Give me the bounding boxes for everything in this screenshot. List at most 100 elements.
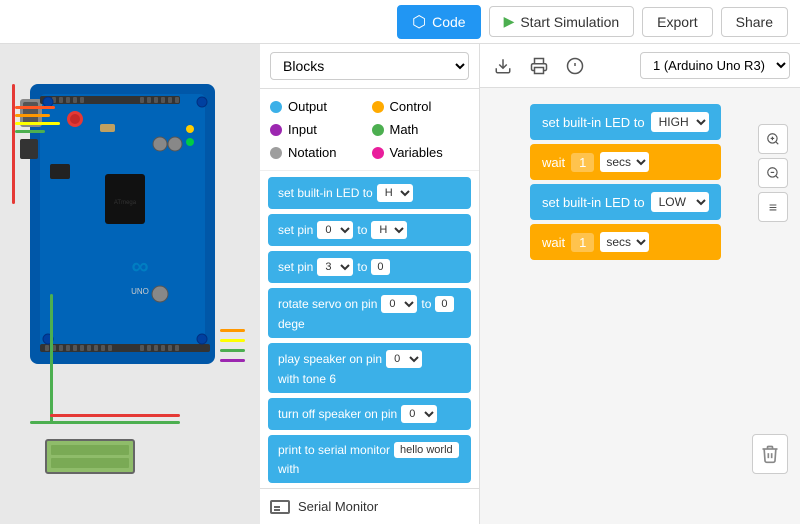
export-button[interactable]: Export bbox=[642, 7, 712, 37]
block-text-4b: to bbox=[421, 297, 431, 311]
notation-dot bbox=[270, 147, 282, 159]
block-hello-world: hello world bbox=[394, 442, 459, 458]
block-text-6: turn off speaker on pin bbox=[278, 407, 397, 421]
category-control[interactable]: Control bbox=[372, 97, 470, 116]
block-print-serial[interactable]: print to serial monitor hello world with bbox=[268, 435, 471, 483]
blocks-header: Blocks bbox=[260, 44, 479, 89]
canvas-wait-val-1: 1 bbox=[571, 153, 594, 172]
canvas-block-text-4: wait bbox=[542, 235, 565, 250]
code-button[interactable]: ⬡ Code bbox=[397, 5, 480, 39]
category-notation[interactable]: Notation bbox=[270, 143, 368, 162]
serial-icon bbox=[270, 500, 290, 514]
fit-icon: ≡ bbox=[769, 199, 777, 215]
block-set-pin-digital[interactable]: set pin 0123 to HIGHLOW bbox=[268, 214, 471, 246]
canvas-area: 1 (Arduino Uno R3) set built-in LED to H… bbox=[480, 44, 800, 524]
canvas-wait-select-1[interactable]: secsms bbox=[600, 152, 649, 172]
print-button[interactable] bbox=[526, 53, 552, 79]
block-text-3: set pin bbox=[278, 260, 313, 274]
input-label: Input bbox=[288, 122, 317, 137]
svg-text:∞: ∞ bbox=[131, 253, 148, 280]
canvas-block-led-low[interactable]: set built-in LED to LOWHIGH bbox=[530, 184, 721, 220]
svg-text:UNO: UNO bbox=[131, 287, 149, 296]
canvas-block-text-2: wait bbox=[542, 155, 565, 170]
main-area: ATmega bbox=[0, 44, 800, 524]
category-math[interactable]: Math bbox=[372, 120, 470, 139]
zoom-controls: ≡ bbox=[758, 124, 788, 222]
category-input[interactable]: Input bbox=[270, 120, 368, 139]
block-text-3b: to bbox=[357, 260, 367, 274]
toolbar: ⬡ Code ▶ Start Simulation Export Share bbox=[0, 0, 800, 44]
canvas-block-led-high[interactable]: set built-in LED to HIGHLOW bbox=[530, 104, 721, 140]
canvas-block-text-3: set built-in LED to bbox=[542, 195, 645, 210]
blocks-select[interactable]: Blocks bbox=[270, 52, 469, 80]
block-text-2: set pin bbox=[278, 223, 313, 237]
canvas-blocks: set built-in LED to HIGHLOW wait 1 secsm… bbox=[530, 104, 721, 260]
start-simulation-button[interactable]: ▶ Start Simulation bbox=[489, 6, 635, 37]
play-icon: ▶ bbox=[504, 13, 515, 30]
category-grid: Output Control Input Math Notation Varia… bbox=[260, 89, 479, 171]
device-select[interactable]: 1 (Arduino Uno R3) bbox=[640, 52, 790, 79]
output-dot bbox=[270, 101, 282, 113]
blocks-panel: Blocks Output Control Input Math N bbox=[260, 44, 480, 524]
block-text-4c: dege bbox=[278, 317, 305, 331]
canvas-topbar: 1 (Arduino Uno R3) bbox=[480, 44, 800, 88]
variables-dot bbox=[372, 147, 384, 159]
block-pin-select-5[interactable]: 012 bbox=[401, 405, 437, 423]
block-text-2b: to bbox=[357, 223, 367, 237]
block-text-4: rotate servo on pin bbox=[278, 297, 377, 311]
block-set-builtin-led[interactable]: set built-in LED to HIGHLOW bbox=[268, 177, 471, 209]
serial-monitor-bar[interactable]: Serial Monitor bbox=[260, 488, 479, 524]
fit-button[interactable]: ≡ bbox=[758, 192, 788, 222]
block-set-pin-value[interactable]: set pin 3012 to 0 bbox=[268, 251, 471, 283]
block-text-7b: with bbox=[278, 462, 299, 476]
canvas-block-text-1: set built-in LED to bbox=[542, 115, 645, 130]
canvas-led-select-1[interactable]: HIGHLOW bbox=[651, 112, 709, 132]
debug-button[interactable] bbox=[562, 53, 588, 79]
board-area: ATmega bbox=[0, 44, 260, 524]
export-label: Export bbox=[657, 14, 697, 30]
block-val-0: 0 bbox=[371, 259, 389, 275]
canvas-led-select-2[interactable]: LOWHIGH bbox=[651, 192, 709, 212]
category-variables[interactable]: Variables bbox=[372, 143, 470, 162]
control-dot bbox=[372, 101, 384, 113]
canvas-block-wait-2[interactable]: wait 1 secsms bbox=[530, 224, 721, 260]
block-turn-off-speaker[interactable]: turn off speaker on pin 012 bbox=[268, 398, 471, 430]
block-pin-select-3[interactable]: 012 bbox=[381, 295, 417, 313]
block-text-5: play speaker on pin bbox=[278, 352, 382, 366]
block-list: set built-in LED to HIGHLOW set pin 0123… bbox=[260, 171, 479, 488]
output-label: Output bbox=[288, 99, 327, 114]
block-select-high[interactable]: HIGHLOW bbox=[377, 184, 413, 202]
arduino-board: ATmega bbox=[20, 74, 230, 384]
download-button[interactable] bbox=[490, 53, 516, 79]
serial-monitor-label: Serial Monitor bbox=[298, 499, 378, 514]
math-dot bbox=[372, 124, 384, 136]
start-label: Start Simulation bbox=[520, 14, 619, 30]
svg-text:ATmega: ATmega bbox=[114, 200, 137, 206]
zoom-out-button[interactable] bbox=[758, 158, 788, 188]
category-output[interactable]: Output bbox=[270, 97, 368, 116]
block-pin-select-2[interactable]: 3012 bbox=[317, 258, 353, 276]
variables-label: Variables bbox=[390, 145, 443, 160]
control-label: Control bbox=[390, 99, 432, 114]
trash-button[interactable] bbox=[752, 434, 788, 474]
block-text-1: set built-in LED to bbox=[278, 186, 373, 200]
block-text-5b: with tone 6 bbox=[278, 372, 336, 386]
code-label: Code bbox=[432, 14, 465, 30]
canvas-wait-select-2[interactable]: secsms bbox=[600, 232, 649, 252]
block-pin-select-4[interactable]: 012 bbox=[386, 350, 422, 368]
share-button[interactable]: Share bbox=[721, 7, 788, 37]
notation-label: Notation bbox=[288, 145, 336, 160]
block-text-7: print to serial monitor bbox=[278, 443, 390, 457]
block-play-speaker[interactable]: play speaker on pin 012 with tone 6 bbox=[268, 343, 471, 393]
block-select-high-2[interactable]: HIGHLOW bbox=[371, 221, 407, 239]
input-dot bbox=[270, 124, 282, 136]
code-icon: ⬡ bbox=[412, 12, 426, 32]
zoom-in-button[interactable] bbox=[758, 124, 788, 154]
share-label: Share bbox=[736, 14, 773, 30]
block-angle-0: 0 bbox=[435, 296, 453, 312]
block-pin-select-1[interactable]: 0123 bbox=[317, 221, 353, 239]
math-label: Math bbox=[390, 122, 419, 137]
canvas-block-wait-1[interactable]: wait 1 secsms bbox=[530, 144, 721, 180]
canvas-wait-val-2: 1 bbox=[571, 233, 594, 252]
block-rotate-servo[interactable]: rotate servo on pin 012 to 0 dege bbox=[268, 288, 471, 338]
